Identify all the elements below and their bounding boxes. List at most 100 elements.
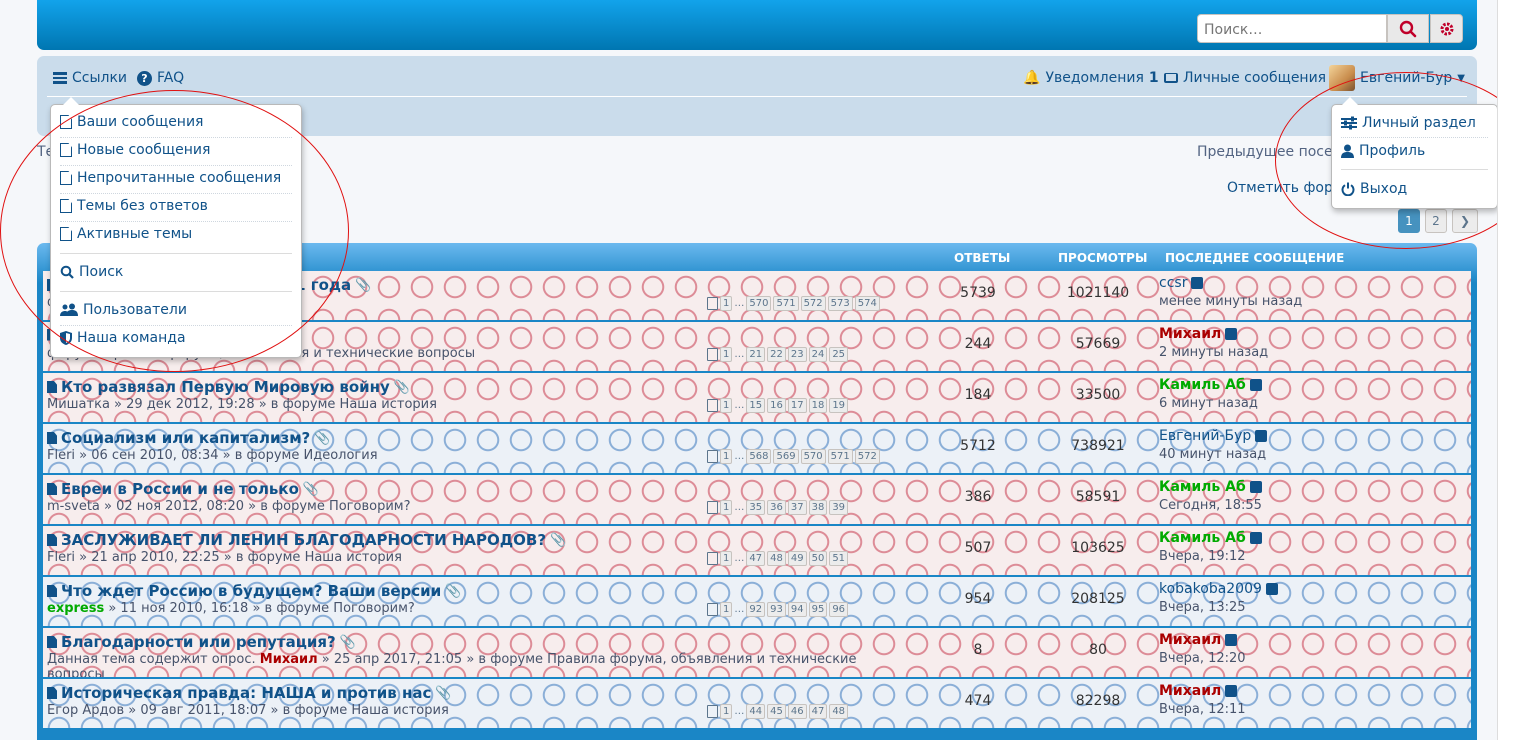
topic-page-link[interactable]: 570 <box>800 449 826 464</box>
topic-title-link[interactable]: Благодарности или репутация? 📎 <box>47 633 356 651</box>
private-messages-link[interactable]: Личные сообщения <box>1164 68 1326 88</box>
search-button[interactable] <box>1387 14 1429 43</box>
topic-page-link[interactable]: 16 <box>767 398 786 413</box>
meta-author[interactable]: express <box>47 601 104 616</box>
topic-page-link[interactable]: 569 <box>773 449 799 464</box>
go-to-last-post-icon[interactable] <box>1225 634 1238 646</box>
menu-new-posts[interactable]: Новые сообщения <box>60 139 210 161</box>
last-post-user[interactable]: Евгений-Бур <box>1159 428 1268 444</box>
menu-your-posts[interactable]: Ваши сообщения <box>60 111 203 133</box>
topic-page-link[interactable]: 571 <box>827 449 853 464</box>
menu-team[interactable]: Наша команда <box>60 327 186 349</box>
pagination-next-button[interactable]: ❯ <box>1452 209 1478 233</box>
topic-page-link[interactable]: 39 <box>829 500 849 515</box>
topic-page-link[interactable]: 572 <box>854 449 880 464</box>
topic-page-link[interactable]: 96 <box>829 602 849 617</box>
topic-page-link[interactable]: 568 <box>746 449 772 464</box>
pagination-page-2[interactable]: 2 <box>1425 209 1447 233</box>
go-to-last-post-icon[interactable] <box>1249 481 1262 493</box>
topic-page-link[interactable]: 38 <box>808 500 828 515</box>
topic-page-link[interactable]: 1 <box>720 347 733 362</box>
search-input[interactable] <box>1202 16 1376 43</box>
topic-page-link[interactable]: 21 <box>746 347 766 362</box>
topic-page-link[interactable]: 50 <box>808 551 828 566</box>
go-to-last-post-icon[interactable] <box>1249 532 1262 544</box>
topic-page-link[interactable]: 92 <box>746 602 766 617</box>
topic-page-link[interactable]: 36 <box>767 500 786 515</box>
topic-page-link[interactable]: 94 <box>787 602 807 617</box>
menu-active-topics[interactable]: Активные темы <box>60 223 192 245</box>
topic-page-link[interactable]: 18 <box>808 398 828 413</box>
topic-page-link[interactable]: 570 <box>746 296 772 311</box>
topic-page-link[interactable]: 574 <box>854 296 880 311</box>
go-to-last-post-icon[interactable] <box>1249 379 1262 391</box>
pagination-page-1[interactable]: 1 <box>1398 209 1420 233</box>
topic-page-link[interactable]: 24 <box>808 347 828 362</box>
quick-links-button[interactable]: Ссылки <box>53 68 127 88</box>
mark-forums-read-link[interactable]: Отметить фор <box>1227 180 1333 196</box>
topic-page-link[interactable]: 46 <box>787 704 807 719</box>
topic-page-link[interactable]: 51 <box>829 551 849 566</box>
topic-page-link[interactable]: 22 <box>767 347 786 362</box>
menu-logout[interactable]: Выход <box>1341 178 1407 200</box>
last-post-user[interactable]: kobakoba2009 <box>1159 581 1278 597</box>
topic-title-link[interactable]: Историческая правда: НАША и против нас 📎 <box>47 684 452 702</box>
topic-title-link[interactable]: Что ждет Россию в будущем? Ваши версии 📎 <box>47 582 461 600</box>
last-post-user[interactable]: Камиль Аб <box>1159 530 1262 546</box>
topic-page-link[interactable]: 571 <box>773 296 799 311</box>
topic-page-link[interactable]: 49 <box>787 551 807 566</box>
topic-page-link[interactable]: 95 <box>808 602 828 617</box>
topic-page-link[interactable]: 573 <box>827 296 853 311</box>
topic-title-link[interactable]: Кто развязал Первую Мировую войну 📎 <box>47 378 410 396</box>
menu-ucp[interactable]: Личный раздел <box>1341 112 1476 134</box>
topic-page-link[interactable]: 17 <box>787 398 807 413</box>
topic-page-link[interactable]: 25 <box>829 347 849 362</box>
topic-page-link[interactable]: 37 <box>787 500 807 515</box>
go-to-last-post-icon[interactable] <box>1225 685 1238 697</box>
menu-profile[interactable]: Профиль <box>1341 140 1425 162</box>
advanced-search-button[interactable] <box>1430 14 1463 43</box>
topic-page-link[interactable]: 1 <box>720 296 733 311</box>
topic-page-link[interactable]: 572 <box>800 296 826 311</box>
topic-page-link[interactable]: 1 <box>720 398 733 413</box>
menu-search[interactable]: Поиск <box>60 261 123 283</box>
topic-page-link[interactable]: 1 <box>720 500 733 515</box>
menu-unread-posts[interactable]: Непрочитанные сообщения <box>60 167 281 189</box>
user-menu-button[interactable]: Евгений-Бур ▼ <box>1329 65 1465 91</box>
notifications-link[interactable]: 🔔 Уведомления 1 <box>1023 68 1159 88</box>
last-post-user[interactable]: Камиль Аб <box>1159 377 1262 393</box>
last-post-user[interactable]: ccsr <box>1159 275 1204 291</box>
topic-page-link[interactable]: 1 <box>720 551 733 566</box>
topic-title-link[interactable]: ЗАСЛУЖИВАЕТ ЛИ ЛЕНИН БЛАГОДАРНОСТИ НАРОД… <box>47 531 566 549</box>
topic-page-link[interactable]: 47 <box>746 551 766 566</box>
go-to-last-post-icon[interactable] <box>1265 583 1278 595</box>
topic-page-link[interactable]: 1 <box>720 602 733 617</box>
last-post-user[interactable]: Михаил <box>1159 326 1238 342</box>
topic-page-link[interactable]: 48 <box>829 704 849 719</box>
topic-pagination: 1… 35 36 37 38 39 <box>707 500 849 515</box>
menu-users[interactable]: Пользователи <box>60 299 187 321</box>
go-to-last-post-icon[interactable] <box>1191 277 1204 289</box>
search-box[interactable] <box>1197 14 1387 43</box>
topic-page-link[interactable]: 45 <box>767 704 786 719</box>
topic-page-link[interactable]: 1 <box>720 449 733 464</box>
topic-page-link[interactable]: 47 <box>808 704 828 719</box>
topic-page-link[interactable]: 23 <box>787 347 807 362</box>
topic-page-link[interactable]: 48 <box>767 551 786 566</box>
topic-page-link[interactable]: 15 <box>746 398 766 413</box>
meta-author[interactable]: Михаил <box>260 652 318 667</box>
last-post-user[interactable]: Камиль Аб <box>1159 479 1262 495</box>
topic-page-link[interactable]: 19 <box>829 398 849 413</box>
menu-unanswered-topics[interactable]: Темы без ответов <box>60 195 208 217</box>
topic-page-link[interactable]: 44 <box>746 704 766 719</box>
topic-page-link[interactable]: 1 <box>720 704 733 719</box>
topic-page-link[interactable]: 93 <box>767 602 786 617</box>
go-to-last-post-icon[interactable] <box>1255 430 1268 442</box>
last-post-user[interactable]: Михаил <box>1159 683 1238 699</box>
last-post-user[interactable]: Михаил <box>1159 632 1238 648</box>
faq-link[interactable]: ? FAQ <box>137 68 184 88</box>
go-to-last-post-icon[interactable] <box>1225 328 1238 340</box>
topic-page-link[interactable]: 35 <box>746 500 766 515</box>
topic-title-link[interactable]: Евреи в России и не только 📎 <box>47 480 319 498</box>
topic-title-link[interactable]: Социализм или капитализм? 📎 <box>47 429 330 447</box>
